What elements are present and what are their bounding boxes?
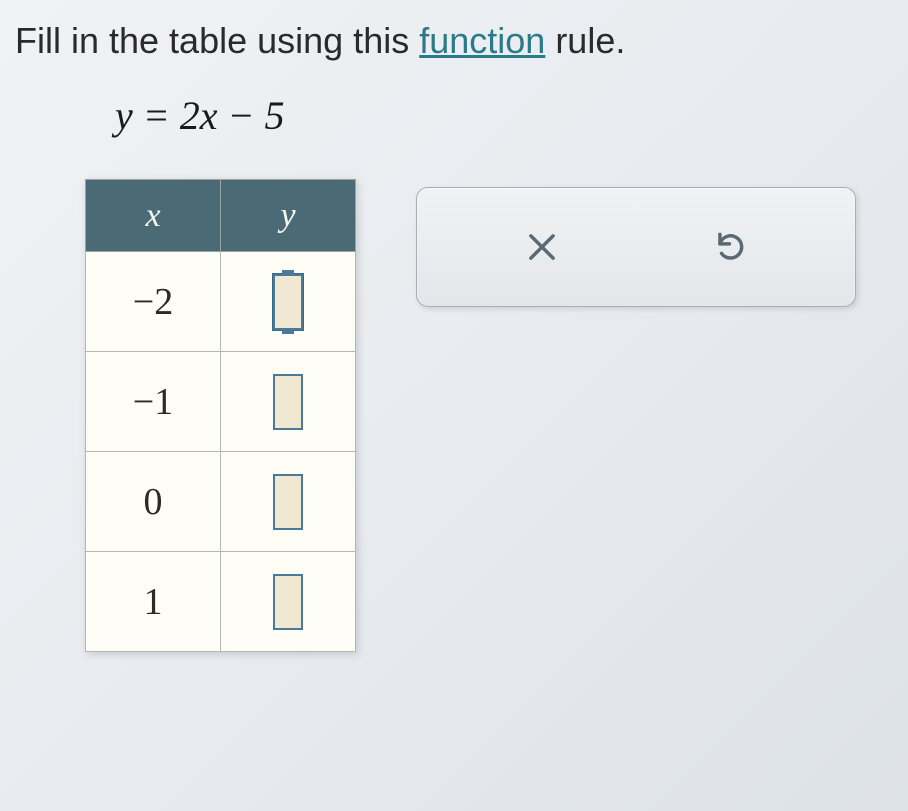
- equation-text: y = 2x − 5: [115, 92, 908, 139]
- function-table: x y −2 −1 0: [85, 179, 356, 652]
- instruction-text: Fill in the table using this function ru…: [15, 20, 908, 62]
- y-cell: [221, 252, 356, 352]
- y-input-0[interactable]: [273, 274, 303, 330]
- table-row: 0: [86, 452, 356, 552]
- y-cell: [221, 352, 356, 452]
- instruction-prefix: Fill in the table using this: [15, 20, 419, 61]
- x-cell: −1: [86, 352, 221, 452]
- reset-button[interactable]: [706, 222, 756, 272]
- header-y: y: [221, 180, 356, 252]
- table-row: −2: [86, 252, 356, 352]
- x-cell: 0: [86, 452, 221, 552]
- x-cell: 1: [86, 552, 221, 652]
- table-row: 1: [86, 552, 356, 652]
- y-cell: [221, 452, 356, 552]
- instruction-suffix: rule.: [545, 20, 625, 61]
- y-input-3[interactable]: [273, 574, 303, 630]
- header-x: x: [86, 180, 221, 252]
- y-cell: [221, 552, 356, 652]
- undo-icon: [712, 228, 750, 266]
- x-icon: [523, 228, 561, 266]
- toolbar: [416, 187, 856, 307]
- content-row: x y −2 −1 0: [85, 179, 908, 652]
- y-input-2[interactable]: [273, 474, 303, 530]
- function-link[interactable]: function: [419, 20, 545, 61]
- y-input-1[interactable]: [273, 374, 303, 430]
- clear-button[interactable]: [517, 222, 567, 272]
- x-cell: −2: [86, 252, 221, 352]
- table-row: −1: [86, 352, 356, 452]
